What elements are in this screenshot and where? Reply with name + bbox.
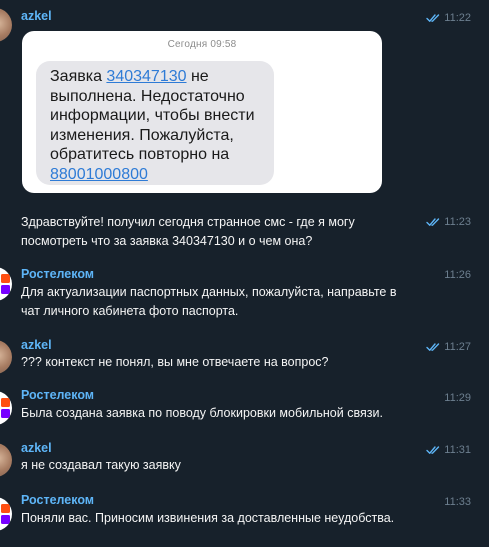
message-time: 11:23 (444, 216, 471, 228)
message-text-line: Была создана заявка по поводу блокировки… (21, 406, 383, 420)
user-avatar[interactable] (0, 443, 12, 477)
double-check-icon (426, 446, 440, 454)
message-5[interactable]: Ростелеком 11:29 Была создана заявка по … (0, 382, 489, 432)
sms-bubble: Заявка 340347130 не выполнена. Недостато… (36, 61, 274, 185)
sms-text-part1: Заявка (50, 68, 107, 85)
double-check-icon (426, 14, 440, 22)
message-7[interactable]: Ростелеком 11:33 Поняли вас. Приносим из… (0, 488, 489, 543)
company-avatar[interactable] (0, 391, 12, 425)
message-4[interactable]: azkel 11:27 ??? контекст не понял, вы мн… (0, 332, 489, 382)
sender-name[interactable]: Ростелеком (21, 493, 94, 507)
user-avatar[interactable] (0, 340, 12, 374)
double-check-icon (426, 218, 440, 226)
message-time: 11:31 (444, 444, 471, 456)
message-2[interactable]: 11:23 Здравствуйте! получил сегодня стра… (0, 205, 489, 255)
sender-name[interactable]: Ростелеком (21, 388, 94, 402)
message-text-line: я не создавал такую заявку (21, 458, 181, 472)
message-time: 11:26 (444, 269, 471, 281)
message-text-line: Для актуализации паспортных данных, пожа… (21, 285, 397, 299)
company-avatar[interactable] (0, 267, 12, 301)
message-time: 11:22 (444, 12, 471, 24)
sender-name[interactable]: azkel (21, 338, 52, 352)
message-1[interactable]: azkel 11:22 Сегодня 09:58 Заявка 3403471… (0, 0, 489, 200)
double-check-icon (426, 343, 440, 351)
message-text-line: Здравствуйте! получил сегодня странное с… (21, 215, 355, 229)
message-text-line: Поняли вас. Приносим извинения за достав… (21, 511, 395, 525)
rostelecom-logo-icon (1, 504, 10, 524)
message-text-line: посмотреть что за заявка 340347130 и о ч… (21, 234, 313, 248)
message-3[interactable]: Ростелеком 11:26 Для актуализации паспор… (0, 258, 489, 328)
sender-name[interactable]: azkel (21, 9, 52, 23)
user-avatar[interactable] (0, 8, 12, 42)
message-time: 11:29 (444, 392, 471, 404)
message-text-line: ??? контекст не понял, вы мне отвечаете … (21, 355, 329, 369)
rostelecom-logo-icon (1, 398, 10, 418)
message-time: 11:27 (444, 341, 471, 353)
rostelecom-logo-icon (1, 274, 10, 294)
message-text-line: чат личного кабинета фото паспорта. (21, 304, 239, 318)
sms-screenshot-image[interactable]: Сегодня 09:58 Заявка 340347130 не выполн… (22, 31, 382, 193)
sms-date: Сегодня 09:58 (167, 39, 237, 50)
company-avatar[interactable] (0, 497, 12, 531)
sms-link-phone[interactable]: 88001000800 (50, 166, 148, 183)
sender-name[interactable]: Ростелеком (21, 267, 94, 281)
message-time: 11:33 (444, 496, 471, 508)
sender-name[interactable]: azkel (21, 441, 52, 455)
sms-text: Заявка 340347130 не выполнена. Недостато… (50, 67, 270, 184)
sms-link-request[interactable]: 340347130 (106, 68, 186, 85)
message-6[interactable]: azkel 11:31 я не создавал такую заявку (0, 436, 489, 486)
